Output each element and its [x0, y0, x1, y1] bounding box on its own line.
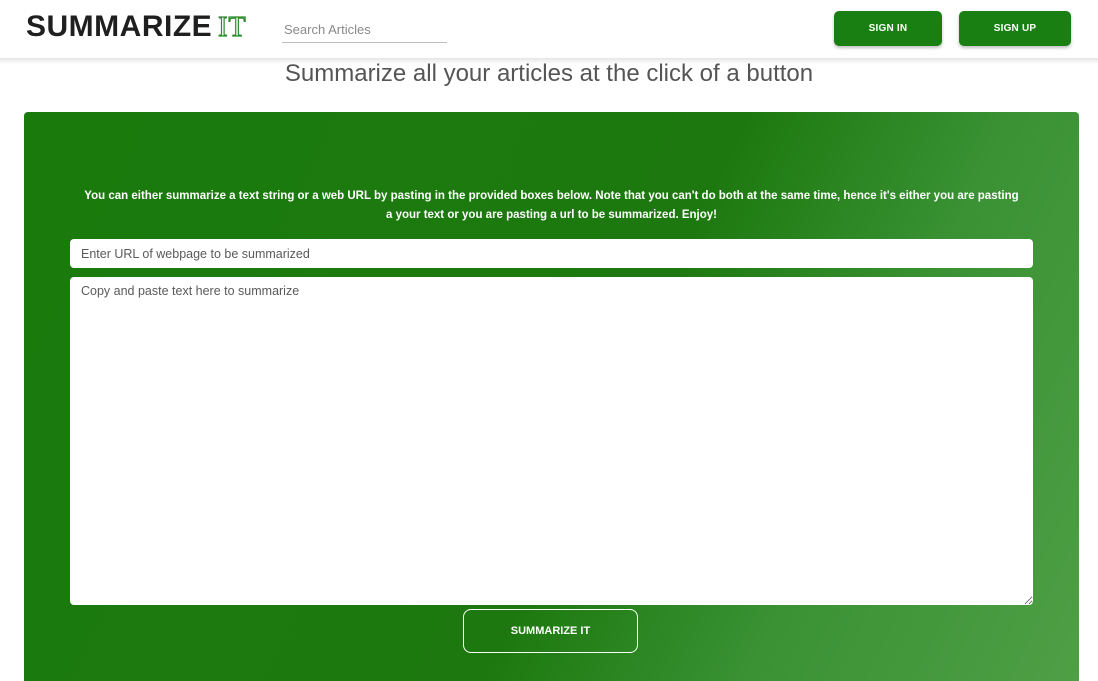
logo-wordmark: SUMMARIZE	[26, 10, 213, 43]
page-tagline: Summarize all your articles at the click…	[284, 60, 814, 87]
sign-up-button[interactable]: SIGN UP	[959, 11, 1071, 46]
brand-logo[interactable]: SUMMARIZE IT	[26, 10, 247, 44]
logo-accent-text: IT	[218, 11, 247, 43]
text-to-summarize-textarea[interactable]	[70, 277, 1033, 605]
search-input[interactable]	[282, 17, 447, 43]
summarize-button[interactable]: SUMMARIZE IT	[463, 609, 638, 653]
summarize-panel: You can either summarize a text string o…	[24, 112, 1079, 681]
sign-in-button[interactable]: SIGN IN	[834, 11, 942, 46]
instructions-text: You can either summarize a text string o…	[84, 190, 1019, 221]
top-navbar: SUMMARIZE IT SIGN IN SIGN UP	[0, 0, 1098, 60]
url-input[interactable]	[70, 239, 1033, 268]
